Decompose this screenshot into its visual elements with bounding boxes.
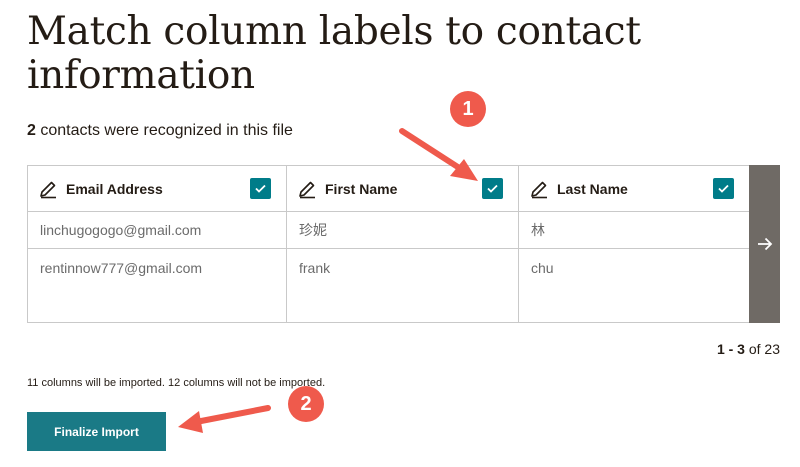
annotation-badge-2: 2 bbox=[288, 386, 324, 422]
annotation-badge-1: 1 bbox=[450, 91, 486, 127]
annotation-arrow-2 bbox=[178, 405, 271, 433]
annotation-arrows bbox=[178, 128, 478, 433]
annotation-arrow-1 bbox=[399, 128, 478, 181]
